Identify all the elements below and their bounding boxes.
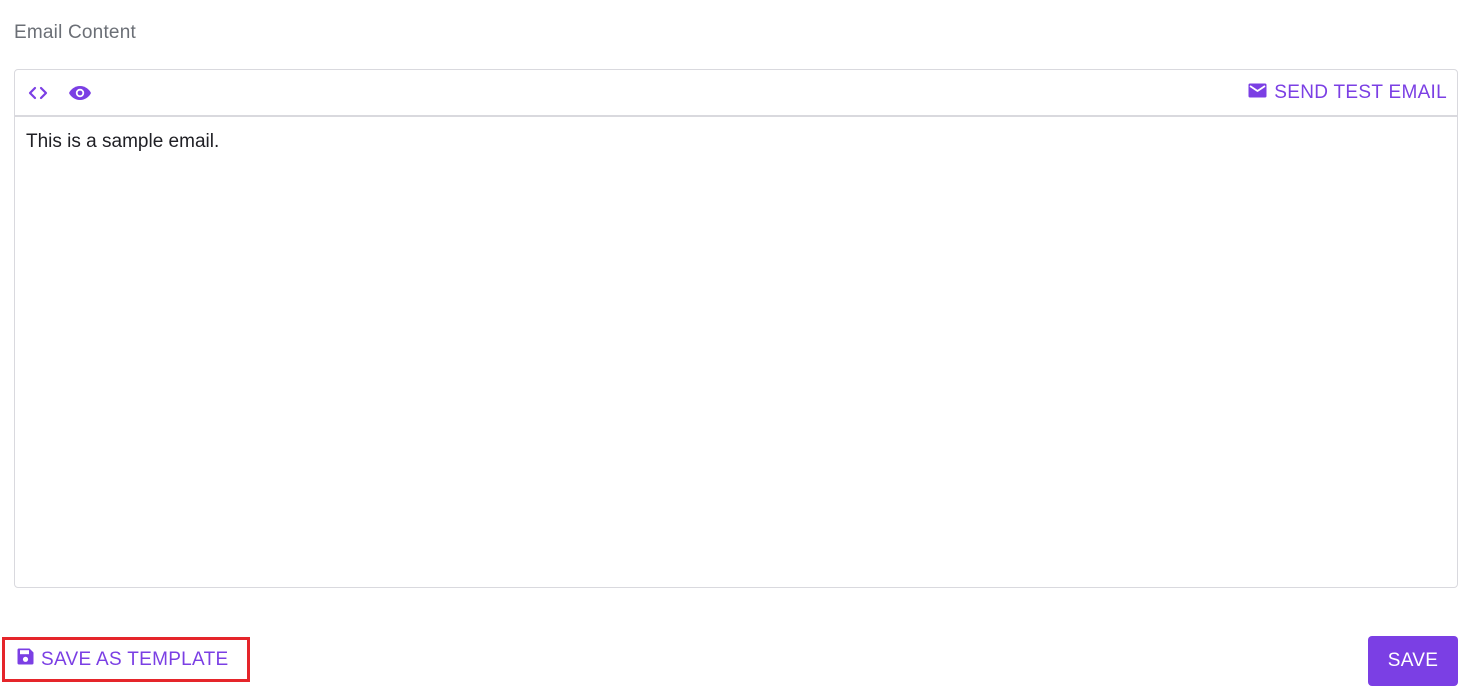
save-button[interactable]: SAVE bbox=[1368, 636, 1458, 686]
send-test-email-label: SEND TEST EMAIL bbox=[1274, 81, 1447, 103]
email-content-label: Email Content bbox=[14, 22, 136, 43]
code-view-button[interactable] bbox=[25, 80, 51, 106]
eye-icon bbox=[68, 85, 92, 101]
preview-button[interactable] bbox=[67, 80, 93, 106]
code-icon bbox=[27, 85, 49, 101]
editor-toolbar: SEND TEST EMAIL bbox=[14, 69, 1458, 116]
mail-icon bbox=[1248, 82, 1267, 104]
save-as-template-label: SAVE AS TEMPLATE bbox=[41, 648, 229, 670]
send-test-email-button[interactable]: SEND TEST EMAIL bbox=[1248, 82, 1447, 104]
floppy-disk-icon bbox=[17, 648, 34, 671]
save-as-template-button[interactable]: SAVE AS TEMPLATE bbox=[2, 637, 250, 682]
email-content-editor[interactable]: This is a sample email. bbox=[14, 116, 1458, 588]
email-content-panel: Email Content SEND TEST EMAIL This is a … bbox=[0, 0, 1476, 697]
